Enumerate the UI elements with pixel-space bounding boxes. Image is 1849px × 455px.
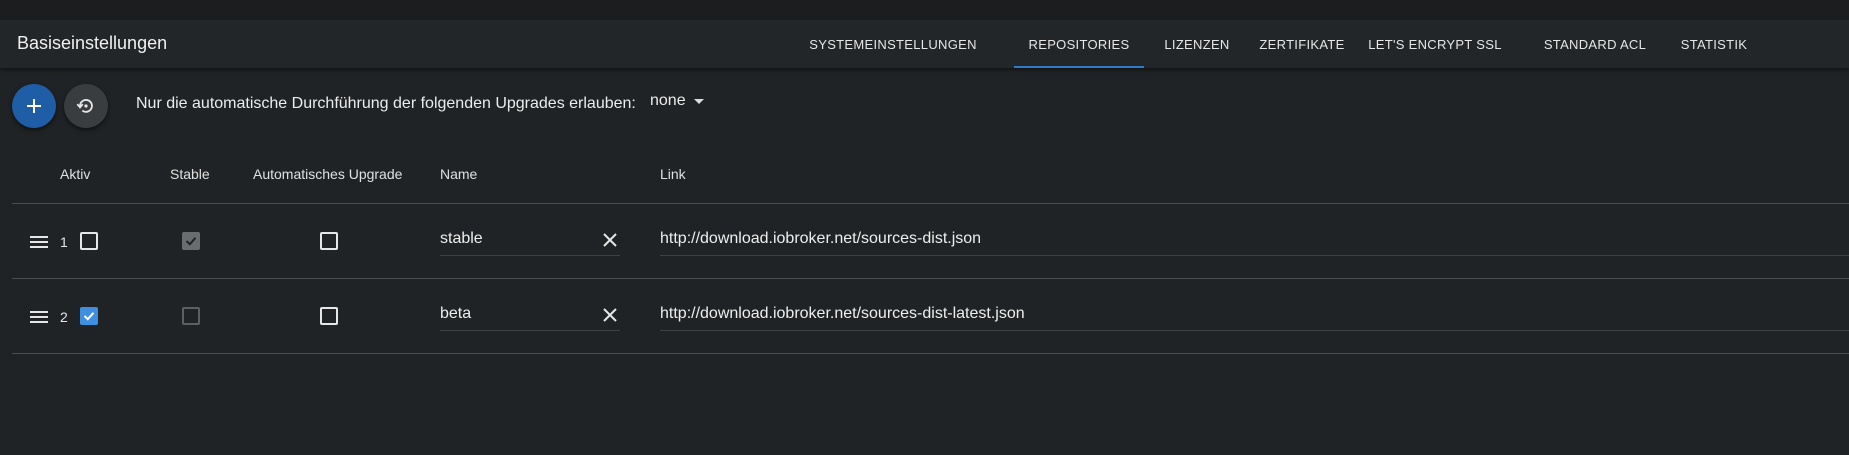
tab-standard-acl[interactable]: STANDARD ACL bbox=[1528, 20, 1662, 68]
caret-down-icon bbox=[693, 98, 704, 104]
auto-upgrade-policy-select[interactable]: none bbox=[650, 90, 704, 112]
add-repository-button[interactable] bbox=[12, 84, 56, 128]
clear-name-button[interactable] bbox=[600, 230, 620, 250]
divider bbox=[12, 353, 1849, 354]
column-header-active: Aktiv bbox=[60, 166, 91, 182]
column-header-link: Link bbox=[660, 166, 686, 182]
close-icon bbox=[603, 308, 617, 322]
stable-checkbox bbox=[182, 307, 200, 325]
app-header: Basiseinstellungen SYSTEMEINSTELLUNGEN R… bbox=[0, 20, 1849, 68]
auto-upgrade-policy-value: none bbox=[650, 92, 686, 109]
repository-name-input[interactable]: stable bbox=[440, 230, 483, 248]
active-checkbox[interactable] bbox=[80, 232, 98, 250]
row-number: 2 bbox=[60, 309, 68, 325]
tab-repositories[interactable]: REPOSITORIES bbox=[1014, 20, 1144, 68]
clear-name-button[interactable] bbox=[600, 305, 620, 325]
tab-lizenzen[interactable]: LIZENZEN bbox=[1152, 20, 1242, 68]
toolbar: Nur die automatische Durchführung der fo… bbox=[0, 68, 1849, 140]
column-header-stable: Stable bbox=[170, 166, 210, 182]
input-underline bbox=[440, 330, 620, 331]
check-icon bbox=[83, 312, 95, 321]
repository-link-input[interactable]: http://download.iobroker.net/sources-dis… bbox=[660, 305, 1025, 323]
tab-lets-encrypt-ssl[interactable]: LET'S ENCRYPT SSL bbox=[1362, 20, 1508, 68]
check-icon bbox=[185, 237, 197, 246]
plus-icon bbox=[27, 99, 41, 113]
input-underline bbox=[440, 255, 620, 256]
tab-statistik[interactable]: STATISTIK bbox=[1670, 20, 1758, 68]
tab-systemeinstellungen[interactable]: SYSTEMEINSTELLUNGEN bbox=[809, 20, 976, 68]
repository-name-input[interactable]: beta bbox=[440, 305, 471, 323]
input-underline bbox=[660, 255, 1849, 256]
table-row: 2 beta http://download.iobroker.net/sour… bbox=[12, 279, 1849, 353]
restore-button[interactable] bbox=[64, 84, 108, 128]
close-icon bbox=[603, 233, 617, 247]
table-row: 1 stable http://download.iobroker.net/so… bbox=[12, 204, 1849, 278]
drag-handle-icon[interactable] bbox=[30, 236, 48, 248]
row-number: 1 bbox=[60, 234, 68, 250]
restore-icon bbox=[76, 99, 93, 113]
auto-upgrade-checkbox[interactable] bbox=[320, 307, 338, 325]
active-checkbox[interactable] bbox=[80, 307, 98, 325]
column-header-auto-upgrade: Automatisches Upgrade bbox=[253, 166, 403, 182]
auto-upgrade-policy-label: Nur die automatische Durchführung der fo… bbox=[136, 95, 636, 112]
stable-checkbox bbox=[182, 232, 200, 250]
tab-zertifikate[interactable]: ZERTIFIKATE bbox=[1250, 20, 1354, 68]
repository-link-input[interactable]: http://download.iobroker.net/sources-dis… bbox=[660, 230, 981, 248]
drag-handle-icon[interactable] bbox=[30, 311, 48, 323]
input-underline bbox=[660, 330, 1849, 331]
top-strip bbox=[0, 0, 1849, 20]
column-header-name: Name bbox=[440, 166, 478, 182]
tab-bar: SYSTEMEINSTELLUNGEN REPOSITORIES LIZENZE… bbox=[0, 20, 1849, 68]
auto-upgrade-checkbox[interactable] bbox=[320, 232, 338, 250]
